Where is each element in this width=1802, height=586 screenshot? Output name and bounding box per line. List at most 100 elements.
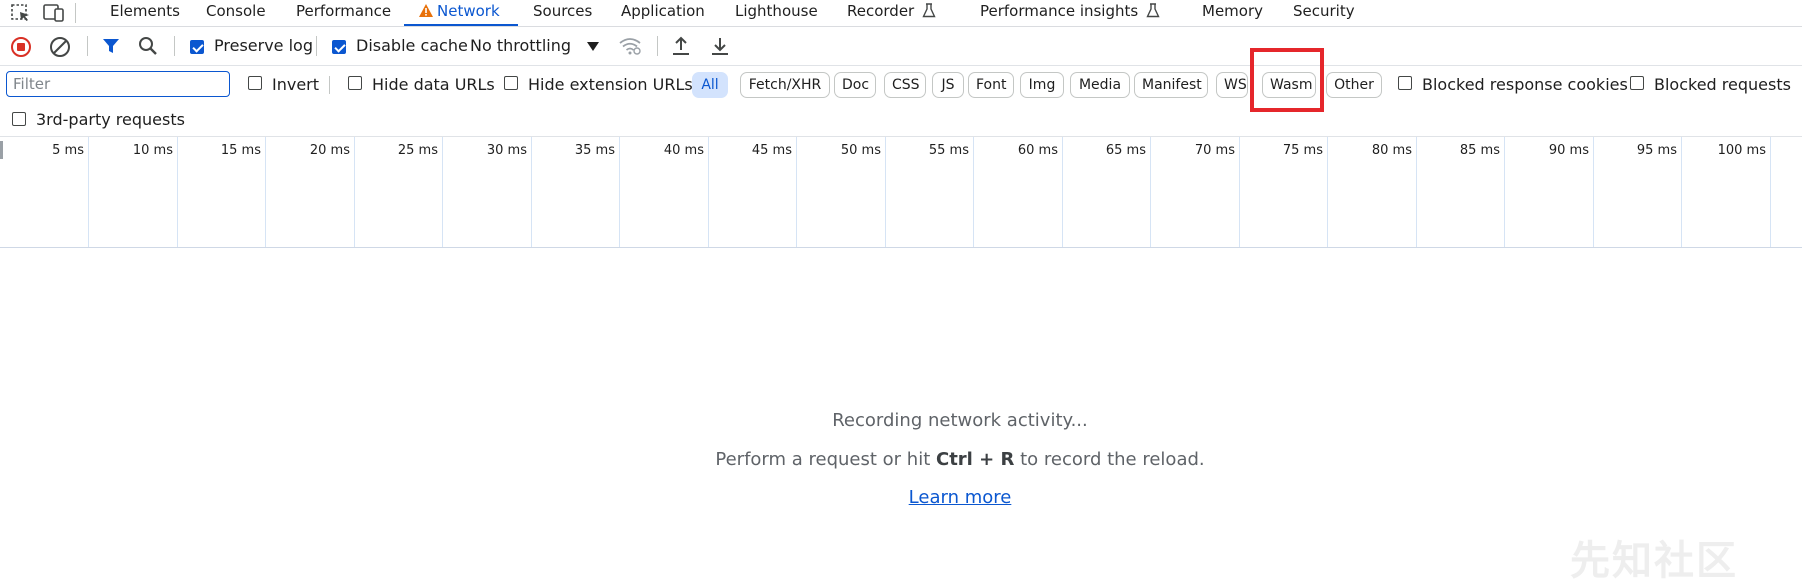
invert-label: Invert bbox=[272, 75, 320, 94]
filter-type-other[interactable]: Other bbox=[1326, 72, 1382, 98]
timeline-gridline bbox=[885, 137, 886, 247]
timeline-gridline bbox=[619, 137, 620, 247]
toolbar-separator bbox=[174, 36, 175, 56]
ctrl-key: Ctrl bbox=[935, 449, 973, 470]
preserve-log-label: Preserve log bbox=[214, 36, 313, 55]
timeline-gridline bbox=[265, 137, 266, 247]
blocked-requests-label: Blocked requests bbox=[1654, 75, 1791, 94]
timeline-tick-label: 55 ms bbox=[928, 143, 969, 158]
third-party-row: 3rd-party requests bbox=[0, 104, 1802, 137]
timeline-gridline bbox=[1681, 137, 1682, 247]
timeline-gridline bbox=[1327, 137, 1328, 247]
blocked-response-cookies-checkbox[interactable] bbox=[1398, 76, 1412, 90]
clear-icon[interactable] bbox=[49, 36, 71, 58]
filter-bar: Invert Hide data URLs Hide extension URL… bbox=[0, 66, 1802, 104]
disable-cache-label: Disable cache bbox=[356, 36, 468, 55]
search-icon[interactable] bbox=[138, 36, 158, 56]
filter-type-js[interactable]: JS bbox=[932, 72, 964, 98]
timeline-gridline bbox=[354, 137, 355, 247]
hide-data-urls-checkbox[interactable] bbox=[348, 76, 362, 90]
r-key: R bbox=[1000, 449, 1015, 470]
filter-type-media[interactable]: Media bbox=[1070, 72, 1130, 98]
timeline-tick-label: 80 ms bbox=[1371, 143, 1412, 158]
blocked-requests-checkbox[interactable] bbox=[1630, 76, 1644, 90]
export-har-icon[interactable] bbox=[710, 35, 730, 57]
active-tab-indicator bbox=[404, 24, 518, 26]
filter-type-font[interactable]: Font bbox=[968, 72, 1014, 98]
hide-data-urls-label: Hide data URLs bbox=[372, 75, 495, 94]
tab-lighthouse[interactable]: Lighthouse bbox=[735, 0, 818, 26]
timeline-tick-label: 35 ms bbox=[574, 143, 615, 158]
timeline-gridline bbox=[796, 137, 797, 247]
reload-hint: Perform a request or hit Ctrl + R to rec… bbox=[0, 449, 1802, 470]
tab-elements[interactable]: Elements bbox=[110, 0, 180, 26]
timeline-gridline bbox=[1062, 137, 1063, 247]
tab-application[interactable]: Application bbox=[621, 0, 705, 26]
network-conditions-icon[interactable] bbox=[618, 36, 642, 56]
filter-input[interactable] bbox=[6, 71, 230, 97]
third-party-requests-checkbox[interactable] bbox=[12, 112, 26, 126]
filter-type-manifest[interactable]: Manifest bbox=[1134, 72, 1208, 98]
filter-icon[interactable] bbox=[101, 36, 121, 56]
tab-label: Sources bbox=[533, 2, 593, 20]
throttling-select[interactable]: No throttling bbox=[470, 27, 571, 65]
filter-type-img[interactable]: Img bbox=[1020, 72, 1064, 98]
timeline-tick-label: 70 ms bbox=[1194, 143, 1235, 158]
tab-network[interactable]: Network bbox=[418, 0, 500, 26]
timeline-gridline bbox=[973, 137, 974, 247]
timeline-gridline bbox=[531, 137, 532, 247]
tab-label: Memory bbox=[1202, 2, 1264, 20]
tab-separator bbox=[75, 3, 76, 23]
hint-text-end: to record the reload. bbox=[1014, 449, 1205, 470]
invert-checkbox[interactable] bbox=[248, 76, 262, 90]
inspect-element-icon[interactable] bbox=[10, 3, 32, 23]
tab-label: Lighthouse bbox=[735, 2, 818, 20]
hide-extension-urls-checkbox[interactable] bbox=[504, 76, 518, 90]
filter-type-css[interactable]: CSS bbox=[884, 72, 926, 98]
tab-sources[interactable]: Sources bbox=[533, 0, 592, 26]
tab-memory[interactable]: Memory bbox=[1202, 0, 1263, 26]
timeline-tick-label: 95 ms bbox=[1636, 143, 1677, 158]
learn-more-row: Learn more bbox=[0, 487, 1802, 508]
tab-label: Elements bbox=[110, 2, 180, 20]
tab-security[interactable]: Security bbox=[1293, 0, 1355, 26]
warning-icon bbox=[419, 4, 433, 17]
stop-recording-icon[interactable] bbox=[10, 36, 32, 58]
disable-cache-checkbox[interactable] bbox=[332, 40, 346, 54]
flask-icon bbox=[922, 3, 936, 18]
toolbar-separator bbox=[87, 36, 88, 56]
tab-label: Security bbox=[1293, 2, 1355, 20]
timeline-gridline bbox=[1416, 137, 1417, 247]
tab-performance-insights[interactable]: Performance insights bbox=[980, 0, 1160, 26]
preserve-log-checkbox[interactable] bbox=[190, 40, 204, 54]
network-toolbar: Preserve log Disable cache No throttling bbox=[0, 27, 1802, 66]
filter-separator bbox=[329, 76, 330, 94]
tab-label: Recorder bbox=[847, 2, 915, 20]
hide-extension-urls-label: Hide extension URLs bbox=[528, 75, 693, 94]
tab-console[interactable]: Console bbox=[206, 0, 266, 26]
plus-sign: + bbox=[972, 449, 1001, 470]
device-toolbar-icon[interactable] bbox=[43, 3, 65, 23]
import-har-icon[interactable] bbox=[671, 35, 691, 57]
toolbar-separator bbox=[657, 36, 658, 56]
timeline-tick-label: 60 ms bbox=[1017, 143, 1058, 158]
network-overview-timeline[interactable]: 5 ms 10 ms 15 ms 20 ms 25 ms 30 ms 35 ms 40 ms 4… bbox=[0, 137, 1802, 248]
filter-type-doc[interactable]: Doc bbox=[834, 72, 876, 98]
tab-recorder[interactable]: Recorder bbox=[847, 0, 936, 26]
timeline-handle[interactable] bbox=[0, 141, 3, 159]
timeline-gridline bbox=[1239, 137, 1240, 247]
tab-label: Application bbox=[621, 2, 705, 20]
tab-performance[interactable]: Performance bbox=[296, 0, 391, 26]
learn-more-link[interactable]: Learn more bbox=[909, 487, 1012, 508]
timeline-tick-label: 15 ms bbox=[220, 143, 261, 158]
timeline-tick-label: 85 ms bbox=[1459, 143, 1500, 158]
timeline-tick-label: 10 ms bbox=[132, 143, 173, 158]
chevron-down-icon[interactable] bbox=[587, 42, 599, 52]
timeline-tick-label: 65 ms bbox=[1105, 143, 1146, 158]
filter-type-all[interactable]: All bbox=[692, 72, 728, 98]
filter-type-ws[interactable]: WS bbox=[1216, 72, 1248, 98]
timeline-tick-label: 45 ms bbox=[751, 143, 792, 158]
toolbar-separator bbox=[316, 36, 317, 56]
timeline-gridline bbox=[442, 137, 443, 247]
filter-type-fetch-xhr[interactable]: Fetch/XHR bbox=[740, 72, 830, 98]
